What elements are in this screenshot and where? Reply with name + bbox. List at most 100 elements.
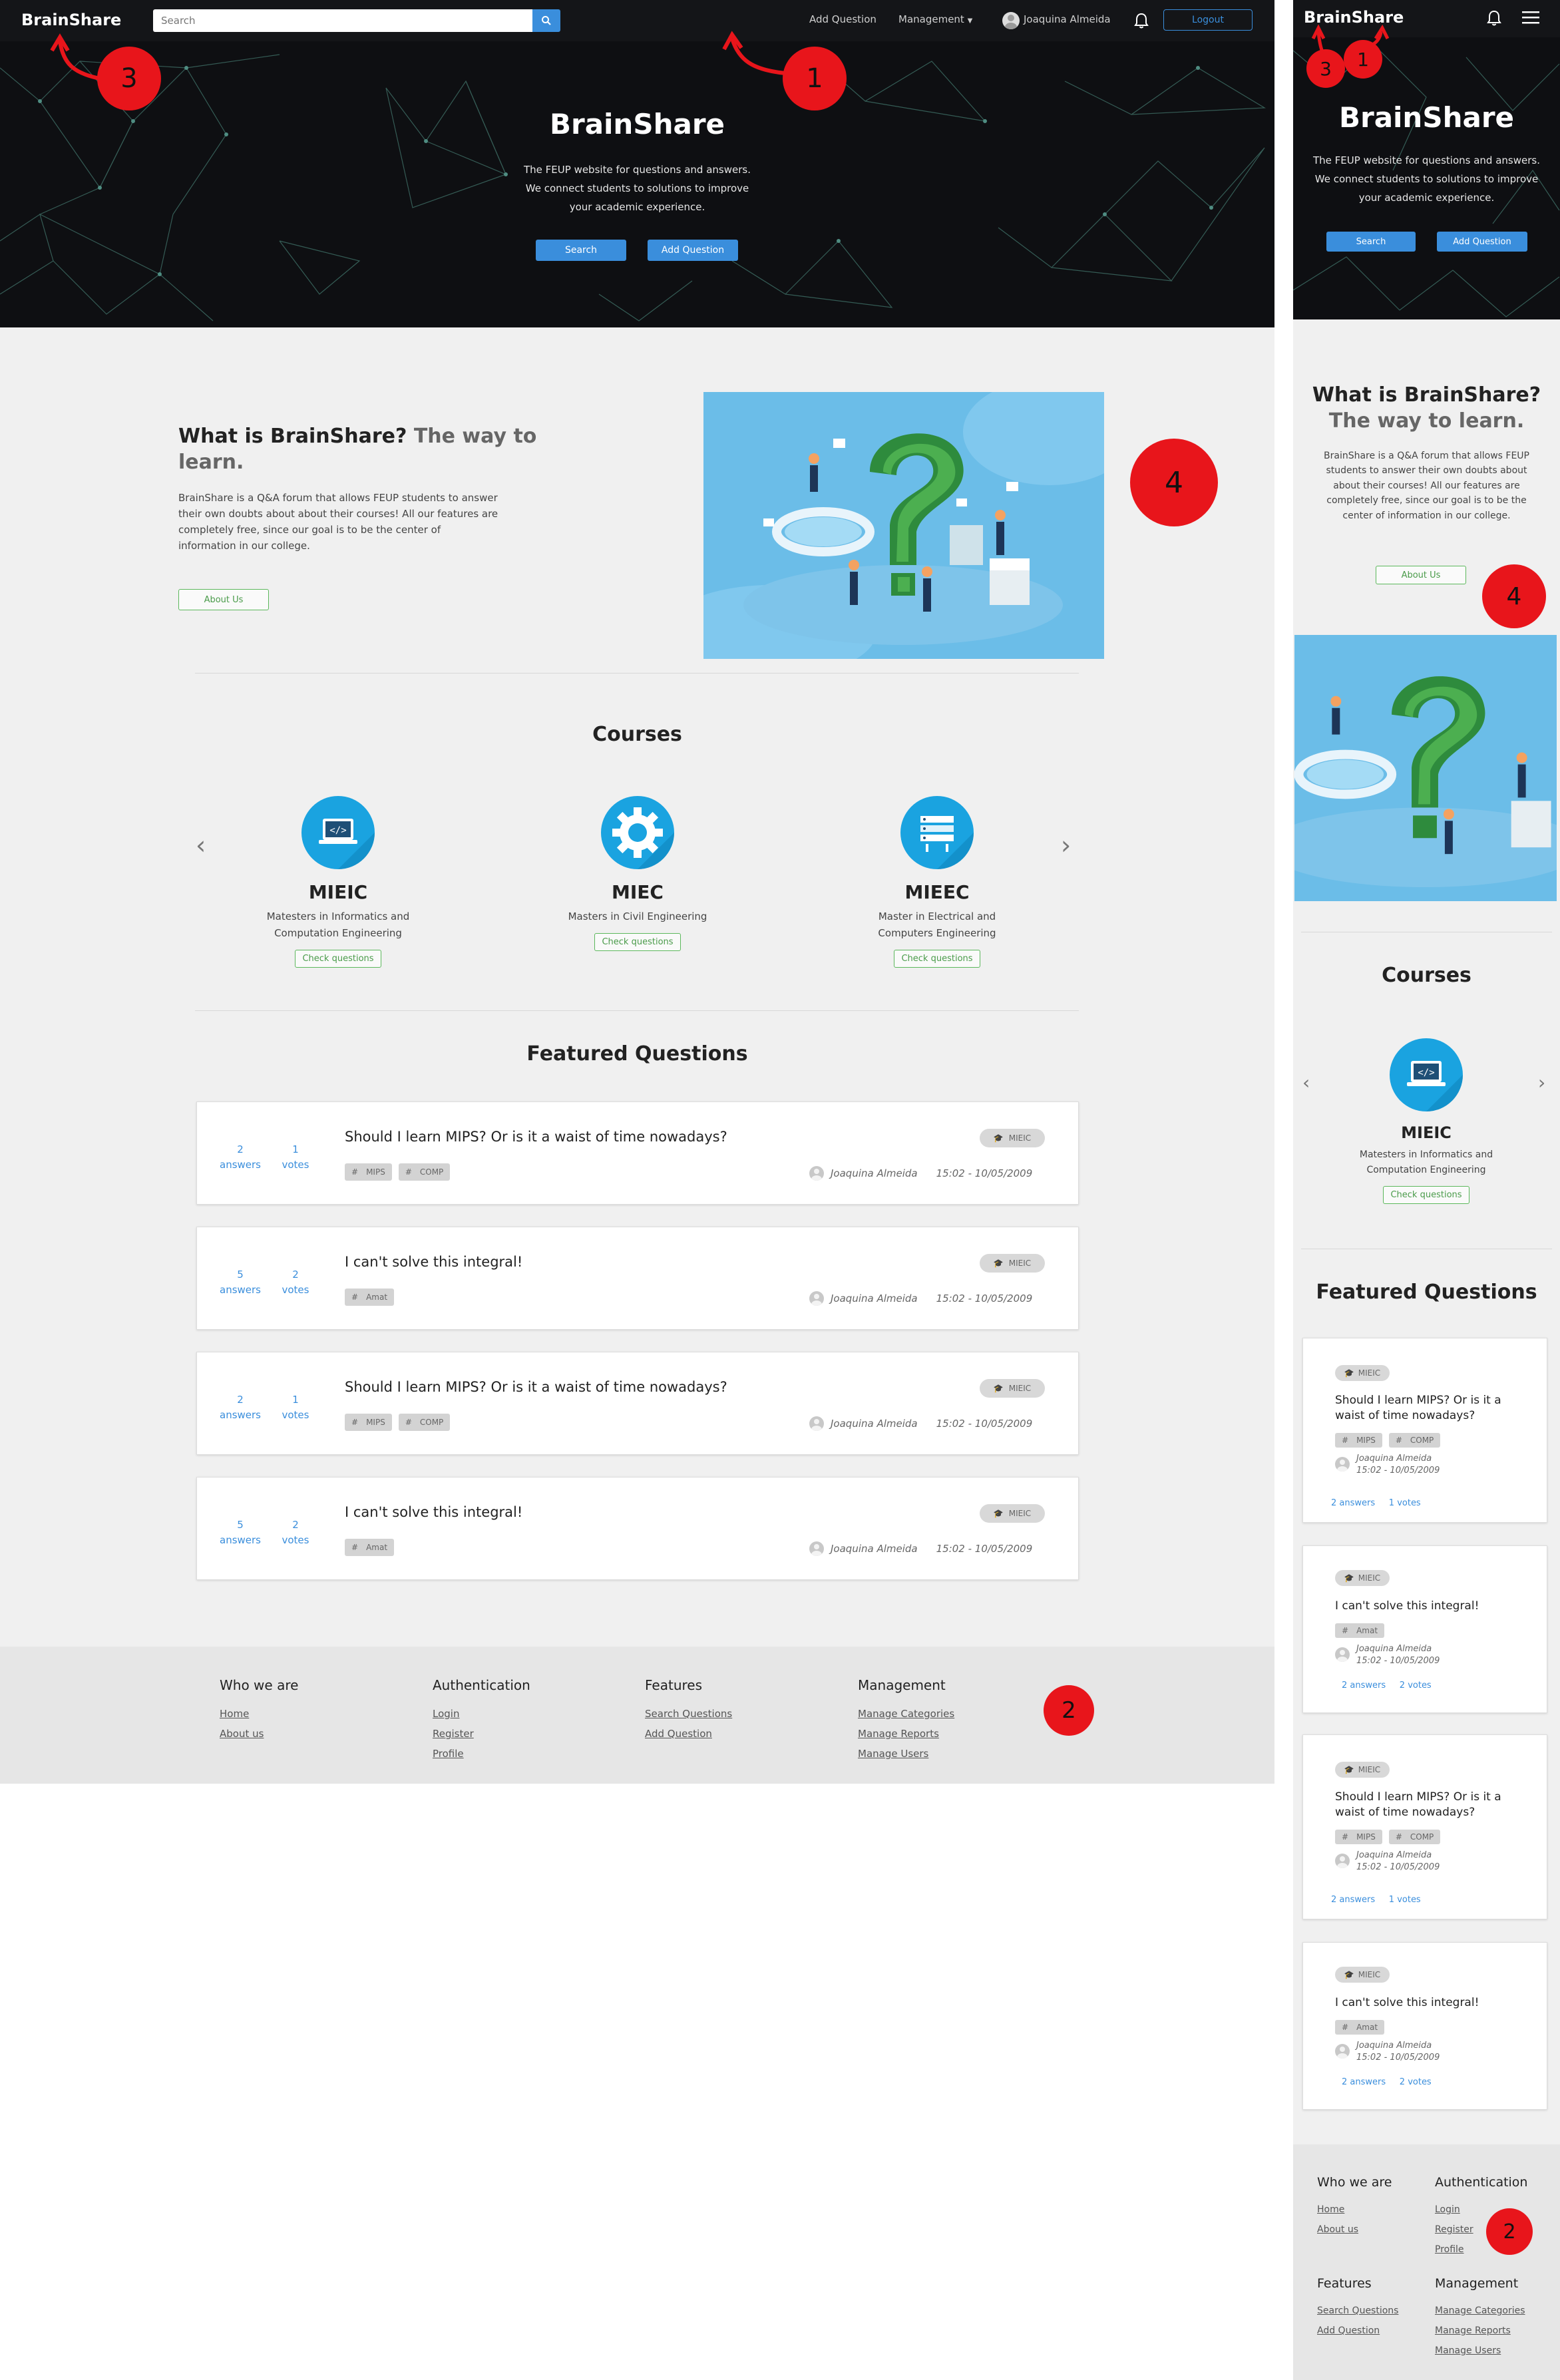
tag-chip[interactable]: # COMP [1388,1433,1441,1448]
footer-link-login[interactable]: Login [1435,2204,1460,2215]
tag-chip[interactable]: # MIPS [345,1414,392,1431]
about-us-button[interactable]: About Us [178,589,269,610]
footer-link-about[interactable]: About us [220,1728,264,1740]
question-stats: 2 answers 1 votes [1331,1498,1421,1508]
footer-link-reports[interactable]: Manage Reports [858,1728,939,1740]
course-badge[interactable]: 🎓 MIEIC [980,1379,1045,1398]
course-badge[interactable]: 🎓 MIEIC [1335,1967,1390,1983]
question-time: 15:02 - 10/05/2009 [936,1292,1033,1304]
footer-link-add-question[interactable]: Add Question [1317,2325,1380,2336]
carousel-prev-icon[interactable]: ‹ [196,831,206,860]
tag-chip[interactable]: # Amat [1335,1623,1385,1638]
footer-link-reports[interactable]: Manage Reports [1435,2325,1511,2336]
author-name[interactable]: Joaquina Almeida [1356,2040,1440,2052]
question-title[interactable]: I can't solve this integral! [345,1504,522,1520]
author-name[interactable]: Joaquina Almeida [831,1543,918,1555]
tag-chip[interactable]: # COMP [398,1163,451,1181]
footer-link-categories[interactable]: Manage Categories [1435,2305,1525,2316]
author-name[interactable]: Joaquina Almeida [1356,1453,1440,1465]
footer-features-title: Features [645,1677,702,1693]
question-time: 15:02 - 10/05/2009 [936,1543,1033,1555]
footer-link-categories[interactable]: Manage Categories [858,1708,954,1720]
mobile-question-card[interactable]: 🎓 MIEIC I can't solve this integral! # Ama… [1302,1942,1547,2110]
question-title[interactable]: Should I learn MIPS? Or is it a waist of … [1335,1790,1501,1820]
course-desc-line: Master in Electrical and [878,910,996,922]
footer-link-login[interactable]: Login [433,1708,459,1720]
question-title[interactable]: Should I learn MIPS? Or is it a waist of… [345,1379,727,1395]
question-card[interactable]: 5 answers 2 votes I can't solve this integ… [196,1227,1079,1330]
check-questions-button[interactable]: Check questions [894,949,980,968]
course-desc-line: Computation Engineering [274,926,402,939]
author-name[interactable]: Joaquina Almeida [831,1167,918,1179]
course-desc-line: Matesters in Informatics and [266,910,410,922]
answers-count: 5 answers [220,1269,261,1296]
footer-link-register[interactable]: Register [1435,2224,1473,2235]
footer-link-about[interactable]: About us [1317,2224,1358,2235]
course-badge[interactable]: 🎓 MIEIC [980,1504,1045,1523]
tag-chip[interactable]: # COMP [398,1414,451,1431]
footer-link-home[interactable]: Home [1317,2204,1344,2215]
about-text-line: students to answer their own doubts abou… [1326,465,1527,477]
mobile-question-card[interactable]: 🎓 MIEIC Should I learn MIPS? Or is it a wa… [1302,1338,1547,1523]
votes-count: 1 votes [282,1394,309,1422]
mobile-question-card[interactable]: 🎓 MIEIC Should I learn MIPS? Or is it a wa… [1302,1734,1547,1919]
svg-text:</>: </> [1418,1068,1434,1078]
author-name[interactable]: Joaquina Almeida [831,1292,918,1304]
mobile-hero-add-question-button[interactable]: Add Question [1437,232,1527,252]
footer-link-search[interactable]: Search Questions [645,1708,732,1720]
footer-link-search[interactable]: Search Questions [1317,2305,1398,2316]
footer-link-register[interactable]: Register [433,1728,474,1740]
desktop-view: BrainShare Add Question Management ▼ Joa… [0,0,1274,1784]
tag-chip[interactable]: # Amat [1335,2020,1385,2035]
course-badge[interactable]: 🎓 MIEIC [1335,1365,1390,1381]
question-title[interactable]: Should I learn MIPS? Or is it a waist of… [345,1129,727,1145]
course-badge[interactable]: 🎓 MIEIC [980,1254,1045,1273]
mobile-hero-search-button[interactable]: Search [1326,232,1416,252]
tag-chip[interactable]: # MIPS [345,1163,392,1181]
footer-link-home[interactable]: Home [220,1708,249,1720]
question-card[interactable]: 5 answers 2 votes I can't solve this integ… [196,1477,1079,1580]
check-questions-button[interactable]: Check questions [594,932,681,951]
question-author: Joaquina Almeida 15:02 - 10/05/2009 [1335,2040,1440,2064]
hero-line-2: We connect students to solutions to impr… [525,182,749,194]
question-author: Joaquina Almeida 15:02 - 10/05/2009 [809,1166,1032,1181]
footer-link-add-question[interactable]: Add Question [645,1728,712,1740]
tag-chip[interactable]: # Amat [345,1539,395,1556]
mobile-carousel-prev-icon[interactable]: ‹ [1302,1072,1310,1093]
tag-chip[interactable]: # COMP [1388,1830,1441,1844]
question-card[interactable]: 2 answers 1 votes Should I learn MIPS? Or … [196,1101,1079,1205]
author-name[interactable]: Joaquina Almeida [1356,1643,1440,1655]
hero-search-button[interactable]: Search [536,240,626,261]
question-title[interactable]: I can't solve this integral! [1335,1996,1479,2009]
tag-chip[interactable]: # MIPS [1335,1433,1382,1448]
footer-link-profile[interactable]: Profile [1435,2244,1464,2255]
divider [195,673,1079,674]
check-questions-button[interactable]: Check questions [295,949,381,968]
hero-add-question-button[interactable]: Add Question [648,240,738,261]
question-tags: # Amat [345,1289,401,1306]
check-questions-button[interactable]: Check questions [1383,1186,1469,1205]
footer-link-profile[interactable]: Profile [433,1748,464,1760]
footer-link-users[interactable]: Manage Users [1435,2345,1501,2356]
course-badge[interactable]: 🎓 MIEIC [980,1129,1045,1147]
mobile-about-us-button[interactable]: About Us [1376,566,1466,584]
tag-chip[interactable]: # Amat [345,1289,395,1306]
course-badge[interactable]: 🎓 MIEIC [1335,1570,1390,1586]
tag-chip[interactable]: # MIPS [1335,1830,1382,1844]
course-badge[interactable]: 🎓 MIEIC [1335,1762,1390,1778]
footer-link-users[interactable]: Manage Users [858,1748,928,1760]
answers-count: 2 answers [220,1143,261,1171]
author-name[interactable]: Joaquina Almeida [1356,1850,1440,1862]
question-title[interactable]: I can't solve this integral! [345,1254,522,1270]
code-laptop-icon: </> [1390,1038,1463,1111]
question-title[interactable]: Should I learn MIPS? Or is it a waist of … [1335,1393,1501,1424]
author-name[interactable]: Joaquina Almeida [831,1418,918,1430]
votes-count: 1 votes [282,1143,309,1171]
course-card-miec: MIEC Masters in Civil Engineering Check … [538,796,737,951]
mobile-carousel-next-icon[interactable]: › [1538,1072,1545,1093]
question-card[interactable]: 2 answers 1 votes Should I learn MIPS? Or … [196,1352,1079,1455]
carousel-next-icon[interactable]: › [1061,831,1071,860]
about-text-line: completely free, since our goal is to be… [178,524,441,536]
mobile-question-card[interactable]: 🎓 MIEIC I can't solve this integral! # Ama… [1302,1545,1547,1713]
question-title[interactable]: I can't solve this integral! [1335,1599,1479,1613]
